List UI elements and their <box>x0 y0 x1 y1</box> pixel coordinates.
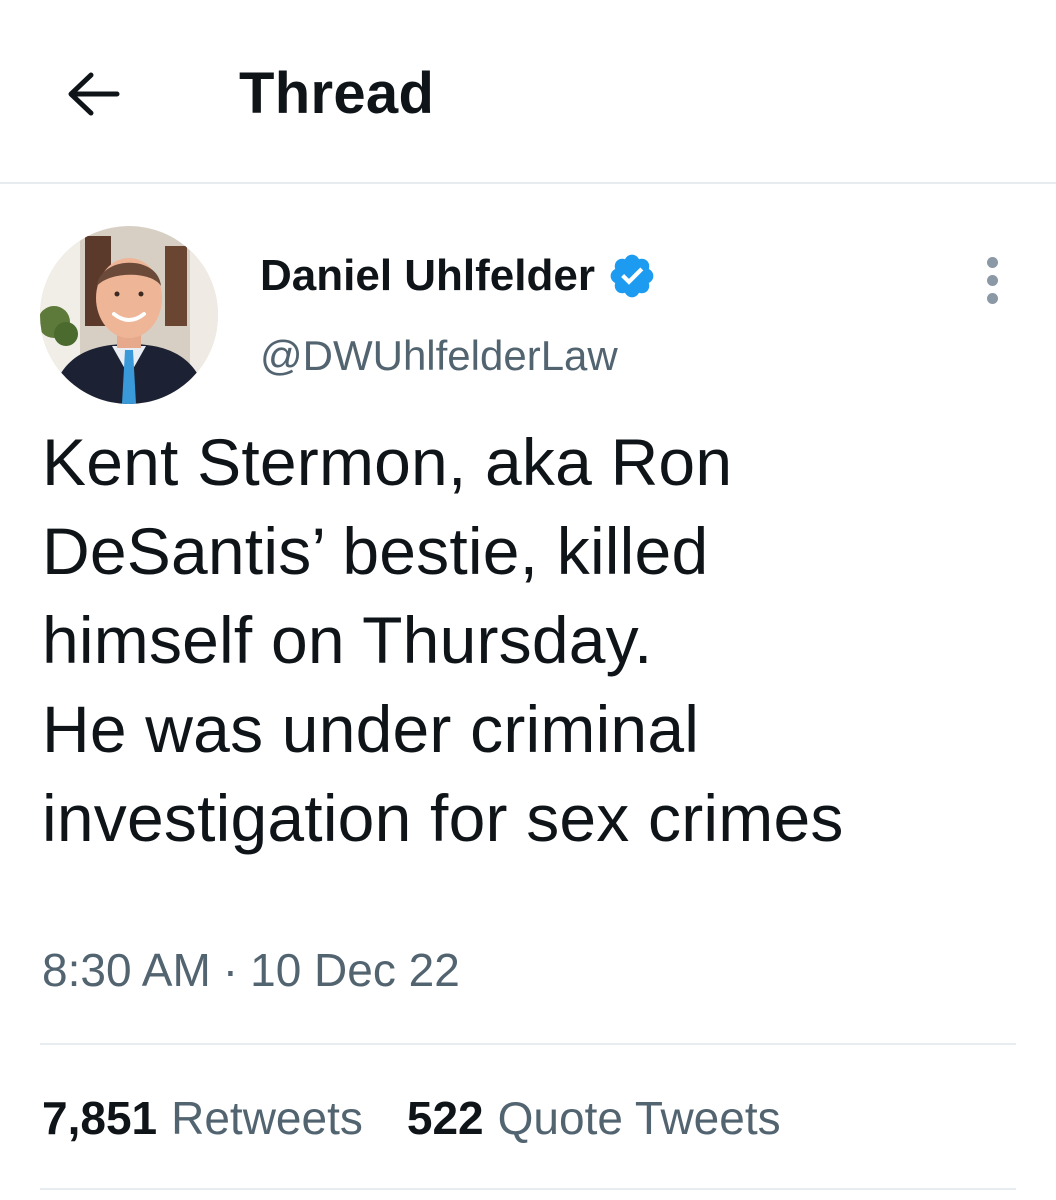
retweets-count: 7,851 <box>42 1092 158 1144</box>
author-avatar[interactable] <box>40 226 218 404</box>
tweet-text: Kent Stermon, aka Ron DeSantis’ bestie, … <box>42 425 844 855</box>
tweet-time: 8:30 AM <box>42 944 211 996</box>
quote-tweets-stat[interactable]: 522 Quote Tweets <box>407 1088 781 1148</box>
tweet-stats: 7,851 Retweets 522 Quote Tweets <box>42 1088 781 1148</box>
timestamp-separator: · <box>222 944 239 996</box>
verified-badge-icon <box>610 254 654 298</box>
tweet-timestamp[interactable]: 8:30 AM · 10 Dec 22 <box>42 940 460 1000</box>
divider-bottom <box>40 1188 1016 1190</box>
avatar-image <box>40 226 218 404</box>
retweets-label: Retweets <box>171 1092 363 1144</box>
thread-header: Thread <box>0 0 1056 184</box>
arrow-left-icon <box>68 72 120 116</box>
author-name: Daniel Uhlfelder <box>260 251 595 300</box>
divider-top <box>40 1043 1016 1045</box>
back-button[interactable] <box>58 62 128 126</box>
quote-tweets-count: 522 <box>406 1092 484 1144</box>
more-dot <box>986 292 998 304</box>
tweet-date: 10 Dec 22 <box>250 944 460 996</box>
author-name-row[interactable]: Daniel Uhlfelder <box>260 246 657 306</box>
author-handle[interactable]: @DWUhlfelderLaw <box>260 328 618 384</box>
more-dot <box>986 274 998 286</box>
page-title: Thread <box>239 61 435 126</box>
quote-tweets-label: Quote Tweets <box>497 1092 781 1144</box>
thread-page: Thread Daniel Uhlfelder @DWUhlfelderLaw … <box>0 0 1056 1200</box>
more-options-button[interactable] <box>972 252 1012 308</box>
more-dots-icon <box>986 256 998 268</box>
retweets-stat[interactable]: 7,851 Retweets <box>42 1088 363 1148</box>
